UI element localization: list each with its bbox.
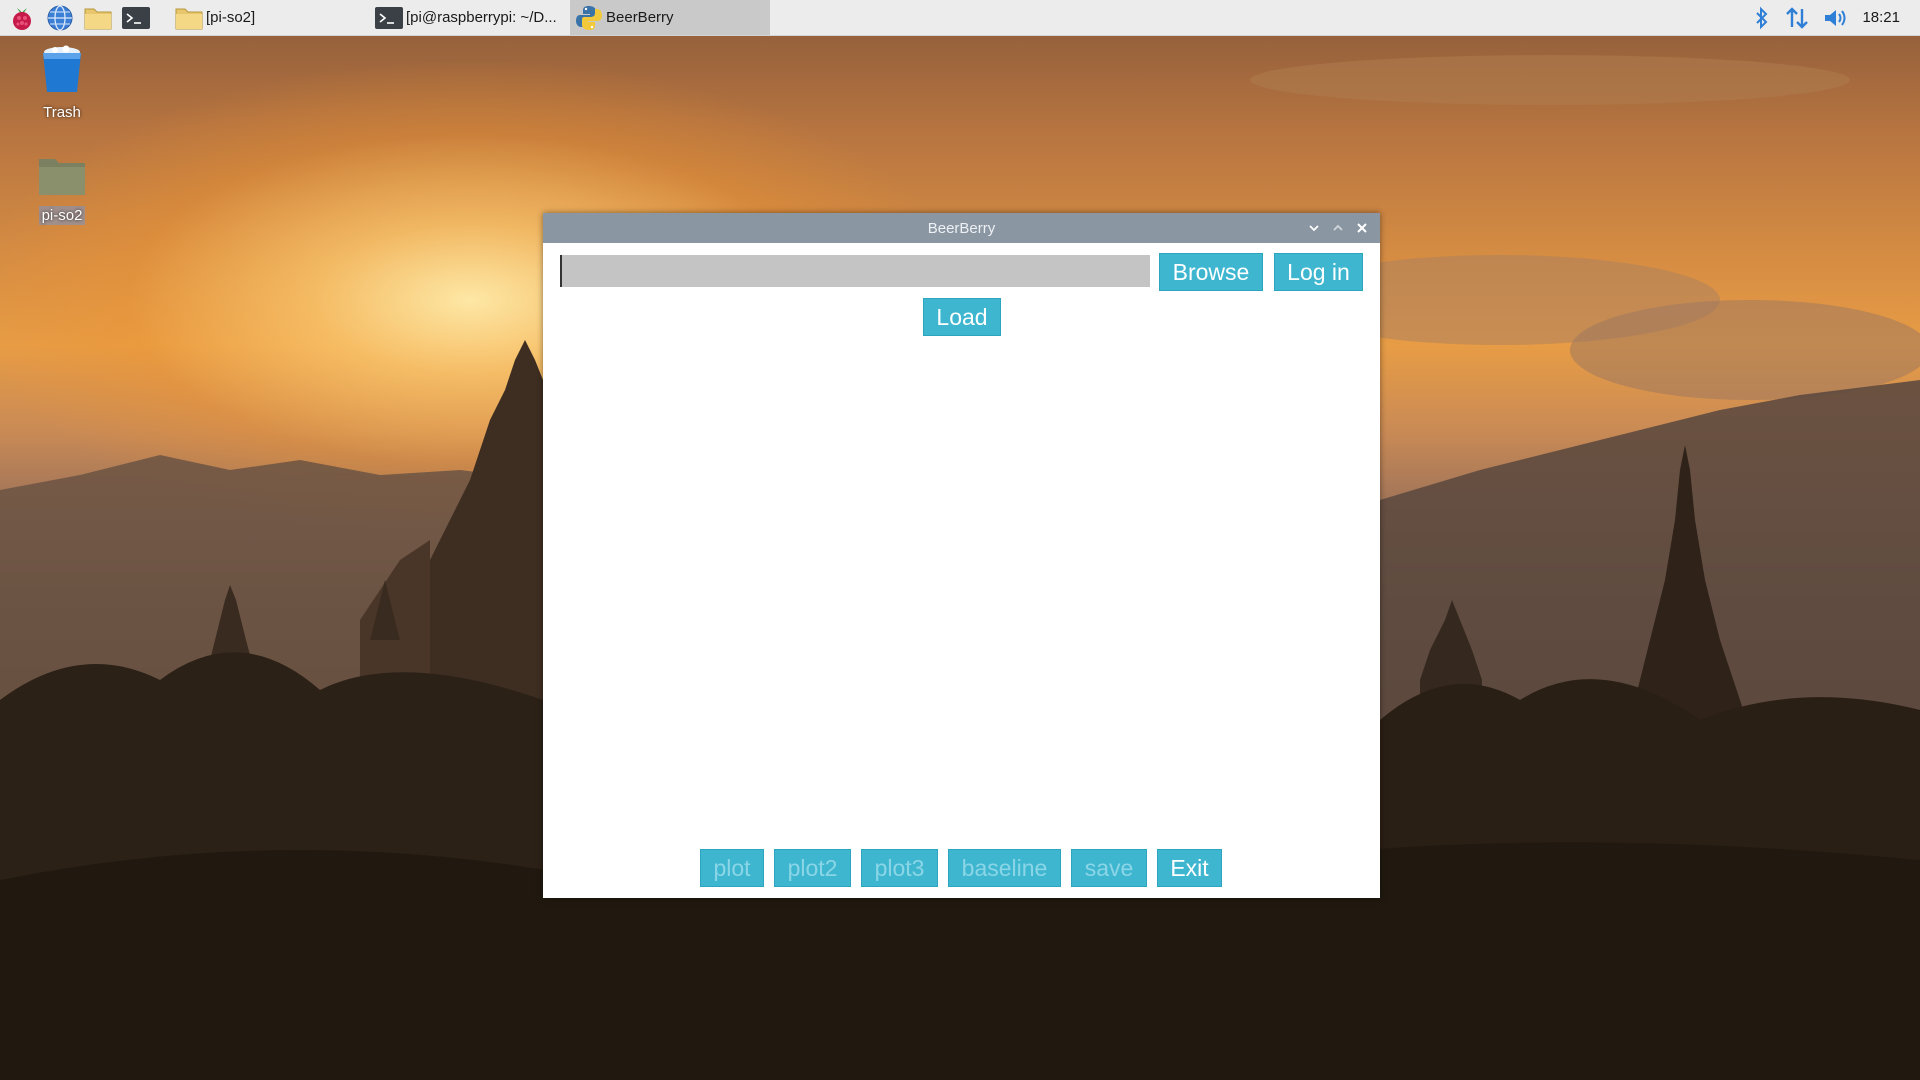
task-label: BeerBerry [606, 9, 674, 26]
raspberry-menu-icon[interactable] [6, 2, 38, 34]
window-titlebar[interactable]: BeerBerry [543, 213, 1380, 243]
browse-button[interactable]: Browse [1159, 253, 1263, 291]
desktop: [pi-so2] [pi@raspberrypi: ~/D... BeerBer… [0, 0, 1920, 1080]
save-button[interactable]: save [1071, 849, 1147, 887]
terminal-icon [374, 4, 404, 32]
desktop-icon-label: Trash [43, 104, 81, 121]
python-icon [574, 4, 604, 32]
baseline-button[interactable]: baseline [948, 849, 1061, 887]
network-icon[interactable] [1784, 5, 1810, 31]
login-button[interactable]: Log in [1274, 253, 1363, 291]
volume-icon[interactable] [1822, 6, 1850, 30]
desktop-icon-trash[interactable]: Trash [17, 44, 107, 122]
window-title: BeerBerry [927, 219, 996, 237]
maximize-icon[interactable] [1326, 213, 1350, 243]
file-manager-icon[interactable] [82, 2, 114, 34]
plot-button[interactable]: plot [700, 849, 764, 887]
desktop-icon-pi-so2[interactable]: pi-so2 [17, 155, 107, 225]
task-beerberry[interactable]: BeerBerry [570, 0, 770, 35]
task-label: [pi@raspberrypi: ~/D... [406, 9, 557, 26]
exit-button[interactable]: Exit [1157, 849, 1222, 887]
terminal-icon[interactable] [120, 2, 152, 34]
load-button[interactable]: Load [923, 298, 1001, 336]
folder-icon [174, 4, 204, 32]
system-tray: 18:21 [1754, 0, 1920, 35]
taskbar: [pi-so2] [pi@raspberrypi: ~/D... BeerBer… [0, 0, 1920, 36]
close-icon[interactable] [1350, 213, 1374, 243]
bluetooth-icon[interactable] [1754, 6, 1770, 30]
folder-icon [37, 155, 87, 202]
beerberry-window: BeerBerry Browse Log in Load plot plot2 … [543, 213, 1380, 898]
clock[interactable]: 18:21 [1862, 9, 1900, 26]
window-controls [1302, 213, 1374, 243]
plot3-button[interactable]: plot3 [861, 849, 938, 887]
web-browser-icon[interactable] [44, 2, 76, 34]
task-label: [pi-so2] [206, 9, 256, 26]
plot2-button[interactable]: plot2 [774, 849, 851, 887]
task-pi-so2[interactable]: [pi-so2] [170, 0, 370, 35]
minimize-icon[interactable] [1302, 213, 1326, 243]
file-path-input[interactable] [560, 255, 1150, 287]
desktop-icon-label: pi-so2 [38, 206, 86, 225]
task-terminal[interactable]: [pi@raspberrypi: ~/D... [370, 0, 570, 35]
trash-icon [39, 44, 85, 99]
